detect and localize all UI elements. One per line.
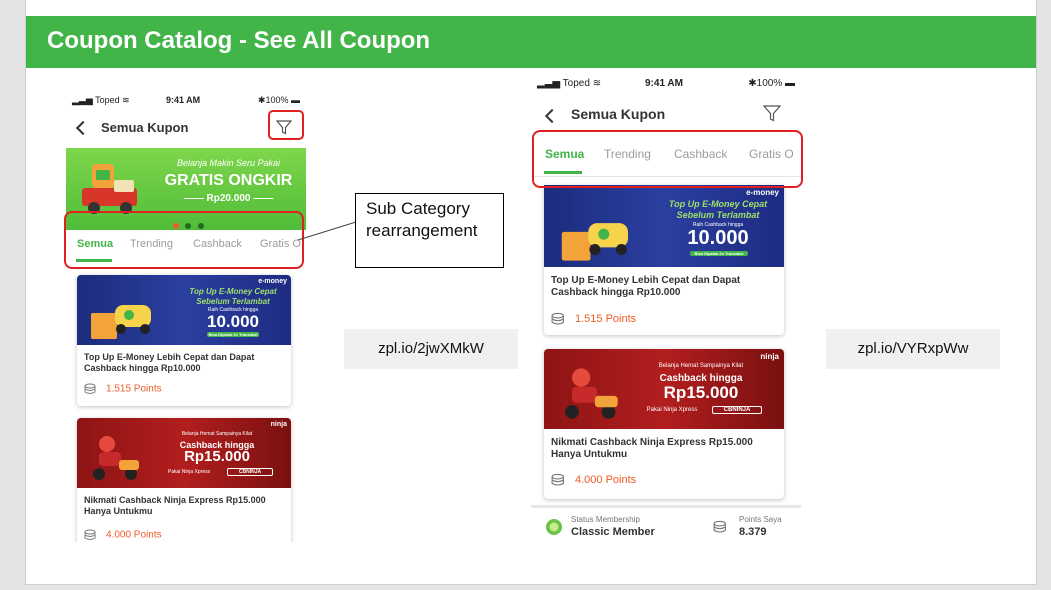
banner-code: CBNINJA — [712, 406, 762, 414]
slide: Coupon Catalog - See All Coupon ▂▃▅ Tope… — [25, 0, 1037, 585]
carrier-label: ▂▃▅ Toped ≋ — [537, 78, 602, 89]
ninja-brand: ninja — [760, 352, 779, 361]
courier-scooter-icon — [93, 436, 139, 480]
coupon-card[interactable]: ninja Belanja Hemat Sampainya Kilat Cash… — [77, 418, 291, 542]
prototype-link-right[interactable]: zpl.io/VYRxpWw — [826, 329, 1000, 369]
slide-header: Coupon Catalog - See All Coupon — [26, 16, 1036, 68]
banner-code: CBNINJA — [227, 468, 273, 476]
cashier-illustration-icon — [91, 305, 151, 339]
coupon-banner-emoney: e-money Top Up E-Money Cepat Sebelum Ter… — [544, 185, 784, 267]
ninja-brand: ninja — [270, 421, 287, 428]
filter-highlight — [268, 110, 304, 140]
status-bar: ▂▃▅ Toped ≋ 9:41 AM ✱100% ▬ — [66, 92, 306, 108]
status-time: 9:41 AM — [645, 78, 683, 89]
carrier-label: ▂▃▅ Toped ≋ — [72, 95, 130, 105]
coupon-title: Top Up E-Money Lebih Cepat dan Dapat Cas… — [551, 275, 741, 299]
page-title: Semua Kupon — [101, 120, 189, 135]
coupon-points: 4.000 Points — [551, 473, 636, 487]
filter-icon[interactable] — [763, 105, 781, 122]
coupon-points: 1.515 Points — [551, 312, 636, 326]
promo-line-2: GRATIS ONGKIR — [164, 172, 293, 189]
coupon-card[interactable]: e-money Top Up E-Money Cepat Sebelum Ter… — [77, 275, 291, 406]
battery-indicator: ✱100% ▬ — [748, 78, 795, 89]
navbar: Semua Kupon — [531, 101, 801, 127]
coin-icon — [84, 529, 96, 540]
coin-icon — [551, 312, 564, 325]
points-label: Points Saya — [739, 515, 782, 524]
coin-icon — [551, 473, 564, 486]
points-value[interactable]: 8.379 — [739, 526, 767, 538]
tabs-highlight — [64, 211, 304, 269]
banner-cta: Bisa Dipakai 2x Transaksi — [207, 332, 259, 337]
back-arrow-icon[interactable] — [544, 108, 560, 124]
coupon-title: Nikmati Cashback Ninja Express Rp15.000 … — [551, 437, 753, 461]
banner-line-3: Pakai Ninja Xpress — [646, 407, 698, 413]
coupon-points: 4.000 Points — [84, 529, 162, 541]
banner-line-1: Top Up E-Money Cepat — [668, 199, 768, 209]
coupon-points: 1.515 Points — [84, 383, 162, 395]
coin-icon — [84, 383, 96, 394]
promo-line-1: Belanja Makin Seru Pakai — [176, 158, 281, 168]
tabs-highlight — [532, 130, 803, 188]
coupon-title: Nikmati Cashback Ninja Express Rp15.000 … — [84, 495, 266, 516]
banner-amount: Rp15.000 — [663, 383, 739, 402]
back-arrow-icon[interactable] — [75, 120, 91, 136]
callout-sub-category: Sub Category rearrangement — [355, 193, 504, 268]
banner-cta: Bisa Dipakai 2x Transaksi — [690, 251, 748, 256]
status-bar: ▂▃▅ Toped ≋ 9:41 AM ✱100% ▬ — [531, 75, 801, 91]
membership-footer: Status Membership Classic Member Points … — [531, 505, 801, 545]
coupon-banner-ninja: ninja Belanja Hemat Sampainya Kilat Cash… — [544, 349, 784, 429]
coupon-banner-ninja: ninja Belanja Hemat Sampainya Kilat Cash… — [77, 418, 291, 488]
emoney-brand: e-money — [258, 278, 287, 285]
membership-status-label: Status Membership — [571, 515, 640, 524]
slide-title: Coupon Catalog - See All Coupon — [47, 27, 431, 54]
banner-line-2: Sebelum Terlambat — [196, 297, 270, 306]
banner-amount: Rp15.000 — [184, 448, 250, 465]
coin-icon — [713, 520, 726, 533]
left-phone-mockup: ▂▃▅ Toped ≋ 9:41 AM ✱100% ▬ Semua Kupon … — [66, 92, 306, 542]
banner-line-1: Top Up E-Money Cepat — [189, 287, 277, 296]
banner-line-2: Sebelum Terlambat — [676, 210, 760, 220]
coupon-banner-emoney: e-money Top Up E-Money Cepat Sebelum Ter… — [77, 275, 291, 345]
banner-amount: 10.000 — [687, 227, 749, 249]
coupon-card[interactable]: e-money Top Up E-Money Cepat Sebelum Ter… — [544, 185, 784, 335]
status-time: 9:41 AM — [166, 95, 201, 105]
banner-amount: 10.000 — [207, 312, 259, 331]
membership-badge-icon — [546, 519, 562, 535]
callout-connector — [297, 221, 357, 241]
banner-line-3: Pakai Ninja Xpress — [167, 469, 211, 475]
promo-line-3: —— Rp20.000 —— — [183, 193, 274, 204]
emoney-brand: e-money — [746, 188, 779, 197]
coupon-title: Top Up E-Money Lebih Cepat dan Dapat Cas… — [84, 352, 255, 373]
membership-status-value[interactable]: Classic Member — [571, 526, 655, 538]
banner-line-1: Belanja Hemat Sampainya Kilat — [658, 363, 744, 369]
cashier-illustration-icon — [561, 223, 628, 261]
banner-line-1: Belanja Hemat Sampainya Kilat — [181, 431, 253, 437]
prototype-link-left[interactable]: zpl.io/2jwXMkW — [344, 329, 518, 369]
battery-indicator: ✱100% ▬ — [257, 95, 300, 105]
coupon-card[interactable]: ninja Belanja Hemat Sampainya Kilat Cash… — [544, 349, 784, 499]
page-title: Semua Kupon — [571, 106, 666, 122]
courier-scooter-icon — [565, 368, 618, 419]
